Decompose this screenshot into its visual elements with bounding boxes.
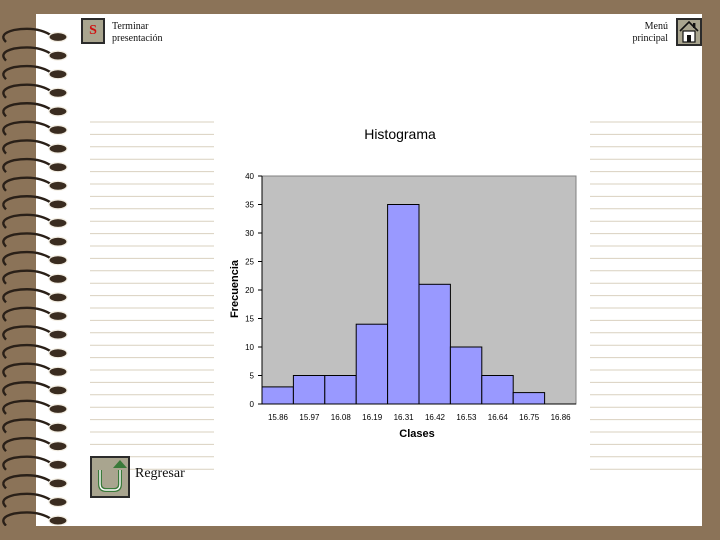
histogram-bar (387, 204, 420, 405)
y-tick-label: 20 (245, 286, 254, 295)
spiral-hole (48, 478, 68, 489)
spiral-hole (48, 162, 68, 173)
spiral-hole (48, 441, 68, 452)
spiral-ring (2, 455, 53, 471)
histogram-bar (324, 375, 357, 405)
spiral-hole (48, 180, 68, 191)
back-button[interactable] (90, 456, 130, 498)
spiral-hole (48, 143, 68, 154)
y-tick-label: 10 (245, 343, 254, 352)
spiral-ring (2, 195, 53, 211)
spiral-ring (2, 120, 53, 136)
histogram-svg: Histograma Frecuencia Clases 0 5 10 15 20 25 3… (229, 126, 577, 440)
spiral-ring (2, 213, 53, 229)
x-tick-label: 16.42 (425, 413, 446, 422)
histogram-bar (449, 346, 483, 405)
y-tick-label: 5 (250, 372, 255, 381)
back-label: Regresar (135, 466, 185, 481)
histogram-bar (355, 323, 389, 405)
spiral-hole (48, 31, 68, 43)
spiral-hole (48, 459, 68, 470)
histogram-bar (512, 392, 546, 405)
y-axis-label: Frecuencia (229, 259, 241, 318)
spiral-ring (2, 399, 53, 415)
spiral-ring (2, 381, 53, 397)
spiral-ring (2, 418, 53, 434)
histogram-chart: Histograma Frecuencia Clases 0 5 10 15 20 25 3… (214, 122, 590, 456)
x-tick-label: 16.08 (331, 413, 352, 422)
spiral-ring (2, 343, 53, 360)
stop-sign-icon: S (89, 23, 97, 38)
x-tick-label: 16.64 (488, 413, 509, 422)
spiral-hole (48, 87, 68, 98)
spiral-hole (48, 50, 68, 61)
spiral-hole (48, 496, 68, 508)
spiral-ring (2, 232, 53, 248)
spiral-hole (48, 310, 68, 322)
y-tick-label: 15 (245, 315, 254, 324)
spiral-ring (2, 83, 53, 99)
y-tick-label: 0 (250, 400, 255, 409)
spiral-ring (2, 288, 53, 304)
x-tick-label: 15.97 (299, 413, 320, 422)
x-tick-label: 16.31 (394, 413, 415, 422)
spiral-hole (48, 515, 68, 526)
spiral-ring (2, 139, 53, 155)
chart-title: Histograma (364, 126, 436, 142)
spiral-hole (48, 199, 68, 210)
spiral-ring (2, 474, 53, 490)
spiral-hole (48, 273, 68, 284)
y-tick-label: 40 (245, 172, 254, 181)
spiral-ring (2, 157, 53, 174)
spiral-ring (2, 269, 53, 285)
spiral-hole (48, 292, 68, 303)
y-tick-label: 35 (245, 201, 254, 210)
spiral-hole (48, 329, 68, 340)
spiral-ring (2, 46, 53, 62)
y-tick-label: 30 (245, 229, 254, 238)
spiral-hole (48, 106, 68, 117)
histogram-bar (292, 375, 326, 405)
spiral-hole (48, 69, 68, 80)
histogram-bar (481, 375, 514, 405)
x-axis-label: Clases (399, 428, 434, 440)
histogram-bar (418, 283, 451, 405)
spiral-binding (2, 27, 68, 526)
x-tick-label: 16.86 (551, 413, 572, 422)
home-icon[interactable] (676, 18, 702, 46)
spiral-hole (48, 403, 68, 415)
main-menu-label: Menú principal (632, 21, 668, 44)
spiral-ring (2, 176, 53, 192)
spiral-ring (2, 492, 53, 508)
x-tick-label: 16.19 (362, 413, 383, 422)
spiral-hole (48, 217, 68, 229)
x-tick-label: 16.75 (519, 413, 540, 422)
end-presentation-label: Terminar presentación (112, 21, 163, 44)
spiral-hole (48, 422, 68, 433)
spiral-hole (48, 366, 68, 377)
spiral-ring (2, 250, 53, 267)
spiral-hole (48, 348, 68, 359)
spiral-hole (48, 255, 68, 266)
spiral-ring (2, 306, 53, 322)
spiral-ring (2, 102, 53, 118)
spiral-hole (48, 124, 68, 136)
histogram-bar (261, 386, 294, 405)
spiral-ring (2, 27, 53, 43)
spiral-ring (2, 325, 53, 341)
x-tick-label: 16.53 (456, 413, 477, 422)
spiral-hole (48, 236, 68, 247)
y-tick-label: 25 (245, 258, 254, 267)
spiral-ring (2, 64, 53, 81)
spiral-ring (2, 436, 53, 453)
spiral-ring (2, 362, 53, 378)
end-presentation-button[interactable]: S (81, 18, 105, 44)
x-tick-label: 15.86 (268, 413, 289, 422)
spiral-ring (2, 511, 53, 526)
spiral-hole (48, 385, 68, 396)
